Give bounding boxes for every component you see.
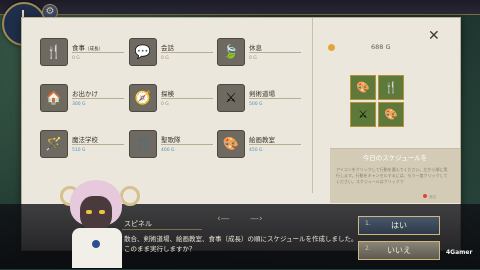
painting-icon: 🎨 [217,130,245,158]
activity-label: お出かけ [72,90,98,98]
panel-divider [312,18,313,193]
activity-grid: 🍴 食事（成長） 0 G 💬 会話 0 G 🍃 休息 0 G 🏠 お出かけ 30… [40,38,302,188]
schedule-hint: 確認 [423,194,453,202]
activity-label: 探検 [161,90,174,98]
activity-price: 450 G [249,148,263,153]
activity-price: 0 G [72,56,80,61]
choir-icon: 🎵 [129,130,157,158]
activity-painting[interactable]: 🎨 絵画教室 450 G [217,130,302,160]
activity-label: 剣術道場 [249,90,275,98]
schedule-help-text: アイコンをクリックして行動を選んでください。左から順に実行します。行動をキャンセ… [336,167,448,184]
schedule-slot[interactable]: ⚔ [350,102,376,127]
speech-icon: 💬 [129,38,157,66]
activity-label: 聖歌隊 [161,136,181,144]
food-icon: 🍴 [40,38,68,66]
rest-icon: 🍃 [217,38,245,66]
schedule-slot[interactable]: 🍴 [378,75,404,100]
arrow-left-icon: ‹— [217,214,230,224]
close-icon[interactable]: ✕ [428,29,440,43]
activity-label: 魔法学校 [72,136,98,144]
yes-button[interactable]: 1. はい [358,216,440,235]
outing-icon: 🏠 [40,84,68,112]
activity-price: 400 G [161,148,175,153]
gold-value: 688 G [371,43,391,51]
activity-label: 食事 [72,44,85,52]
activity-price: 500 G [249,102,263,107]
magic-icon: 🪄 [40,130,68,158]
activity-price: 300 G [72,102,86,107]
dialog-text: 散合、剣術道場、絵画教室、食事（成長）の順にスケジュールを作成しました。 このま… [124,235,358,253]
activity-outing[interactable]: 🏠 お出かけ 300 G [40,84,125,114]
gold-display: 688 G [323,43,413,55]
activity-label: 絵画教室 [249,136,275,144]
painting-icon: 🎨 [356,81,370,94]
schedule-slots: 🎨 🍴 ⚔ 🎨 [350,75,405,127]
pendant-icon [92,240,100,248]
arrow-right-icon: —› [250,214,263,224]
activity-price: 0 G [161,56,169,61]
activity-talk[interactable]: 💬 会話 0 G [129,38,214,68]
activity-price: 0 G [161,102,169,107]
activity-choir[interactable]: 🎵 聖歌隊 400 G [129,130,214,160]
schedule-title: 今日のスケジュールを [362,154,428,162]
no-button[interactable]: 2. いいえ [358,241,440,260]
sword-icon: ⚔ [358,108,368,121]
activity-label: 会話 [161,44,174,52]
activity-food[interactable]: 🍴 食事（成長） 0 G [40,38,125,68]
activity-label: 休息 [249,44,262,52]
activity-magic-school[interactable]: 🪄 魔法学校 510 G [40,130,125,160]
schedule-slot[interactable]: 🎨 [350,75,376,100]
activity-explore[interactable]: 🧭 探検 0 G [129,84,214,114]
explore-icon: 🧭 [129,84,157,112]
speaker-name: スピネル [124,220,152,228]
top-bar [0,0,480,15]
activity-price: 0 G [249,56,257,61]
coin-icon [328,44,335,51]
activity-sword-dojo[interactable]: ⚔ 剣術道場 500 G [217,84,302,114]
painting-icon: 🎨 [384,108,398,121]
watermark: 4Gamer [446,249,473,256]
activity-rest[interactable]: 🍃 休息 0 G [217,38,302,68]
sword-icon: ⚔ [217,84,245,112]
activity-price: 510 G [72,148,86,153]
schedule-slot[interactable]: 🎨 [378,102,404,127]
food-icon: 🍴 [384,81,398,94]
